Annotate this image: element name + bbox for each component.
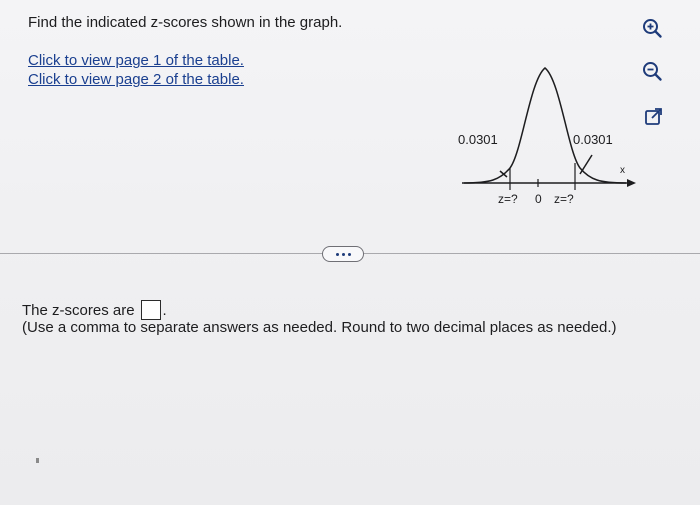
answer-instruction: (Use a comma to separate answers as need… [22, 319, 617, 336]
answer-suffix: . [162, 301, 167, 319]
normal-distribution-graph: 0.0301 0.0301 x z=? 0 z=? [458, 67, 636, 206]
answer-line: The z-scores are . [22, 300, 167, 320]
center-label: 0 [535, 192, 542, 206]
left-z-label: z=? [498, 192, 518, 206]
normal-curve [463, 67, 627, 184]
cursor-mark [36, 458, 39, 463]
right-area-label: 0.0301 [573, 132, 613, 147]
z-scores-answer-input[interactable] [140, 300, 161, 320]
table-page-1-link[interactable]: Click to view page 1 of the table. [28, 52, 244, 69]
zoom-in-icon [643, 19, 662, 38]
right-z-label: z=? [554, 192, 574, 206]
left-area-label: 0.0301 [458, 132, 498, 147]
question-prompt: Find the indicated z-scores shown in the… [28, 14, 343, 31]
x-axis-label: x [620, 165, 625, 176]
more-dots-icon [335, 252, 351, 256]
expand-more-button[interactable] [322, 246, 364, 262]
x-axis-arrowhead [627, 179, 636, 187]
zoom-in-button[interactable] [641, 17, 663, 39]
table-page-2-link[interactable]: Click to view page 2 of the table. [28, 71, 244, 88]
right-area-pointer [579, 154, 593, 175]
answer-prefix: The z-scores are [22, 301, 135, 319]
